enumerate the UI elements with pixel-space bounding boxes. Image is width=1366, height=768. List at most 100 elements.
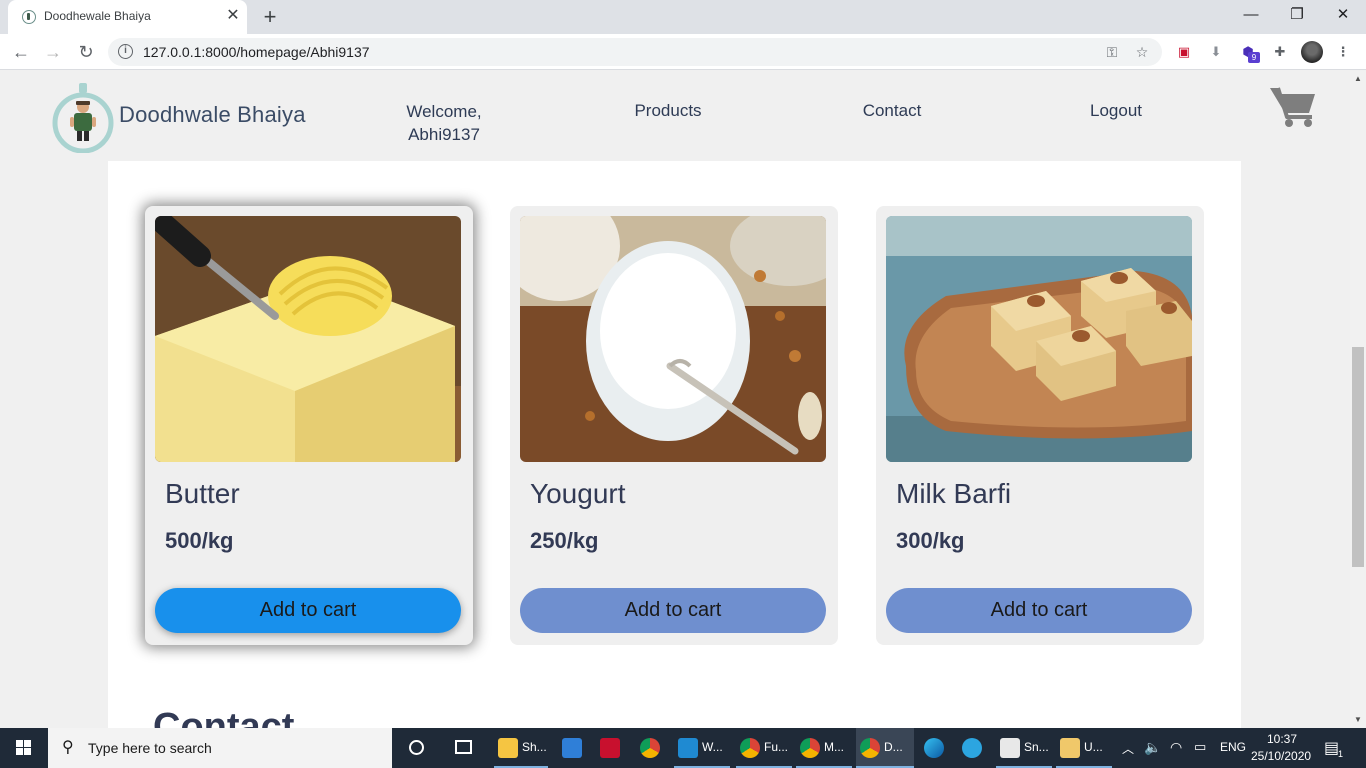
- tab-close-icon[interactable]: ✕: [223, 6, 243, 26]
- product-name: Milk Barfi: [896, 478, 1012, 509]
- file-explorer-icon: [498, 738, 518, 758]
- scroll-up-arrow-icon[interactable]: ▲: [1350, 71, 1366, 87]
- cortana-button[interactable]: [404, 728, 428, 768]
- add-to-cart-button[interactable]: Add to cart: [520, 588, 826, 633]
- chrome-menu-icon[interactable]: ⋮: [1333, 42, 1353, 62]
- chrome-profile-icon: [800, 738, 820, 758]
- taskbar-file-explorer[interactable]: Sh...: [494, 728, 548, 768]
- forward-button[interactable]: →: [39, 38, 67, 66]
- taskbar-label: Fu...: [764, 740, 789, 754]
- barfi-image: [886, 216, 1192, 462]
- shopping-cart-icon[interactable]: [1268, 84, 1318, 128]
- edge-icon: [924, 738, 944, 758]
- volume-icon[interactable]: 🔈: [1144, 739, 1161, 756]
- windows-start-button[interactable]: [0, 728, 48, 768]
- search-icon: ⚲: [62, 739, 74, 756]
- product-card-milk-barfi: Milk Barfi 300/kg Add to cart: [876, 206, 1204, 645]
- new-tab-button[interactable]: +: [258, 5, 282, 29]
- taskbar-edge[interactable]: [920, 728, 948, 768]
- vscode-icon: [678, 738, 698, 758]
- taskbar-chrome-window-2[interactable]: M...: [796, 728, 852, 768]
- task-view-icon: [455, 740, 472, 754]
- yogurt-image: [520, 216, 826, 462]
- mcafee-extension-icon[interactable]: ▣: [1174, 42, 1194, 62]
- taskbar-vscode[interactable]: W...: [674, 728, 730, 768]
- notification-center-icon[interactable]: ▤: [1324, 738, 1339, 758]
- milkman-logo-icon[interactable]: [52, 81, 115, 153]
- taskbar-label: M...: [824, 740, 844, 754]
- product-name: Yougurt: [530, 478, 626, 509]
- page-viewport: Doodhwale Bhaiya Welcome, Abhi9137 Produ…: [0, 71, 1350, 728]
- tab-title: Doodhewale Bhaiya: [44, 9, 151, 23]
- taskbar-mcafee[interactable]: [596, 728, 624, 768]
- mcafee-icon: [600, 738, 620, 758]
- wifi-icon[interactable]: ◠: [1170, 739, 1182, 756]
- site-info-icon[interactable]: i: [118, 44, 133, 59]
- site-header: Doodhwale Bhaiya Welcome, Abhi9137 Produ…: [0, 71, 1350, 161]
- browser-toolbar: ← → ↻ i 127.0.0.1:8000/homepage/Abhi9137…: [0, 34, 1366, 70]
- chrome-profile-icon: [860, 738, 880, 758]
- notification-count: 1: [1338, 749, 1344, 759]
- chrome-icon: [640, 738, 660, 758]
- clock-date[interactable]: 25/10/2020: [1251, 749, 1311, 763]
- url-text[interactable]: 127.0.0.1:8000/homepage/Abhi9137: [143, 44, 370, 60]
- close-window-button[interactable]: ✕: [1320, 0, 1366, 30]
- extensions-puzzle-icon[interactable]: ✚: [1270, 42, 1290, 62]
- battery-icon[interactable]: ▭: [1194, 739, 1206, 755]
- address-bar[interactable]: i 127.0.0.1:8000/homepage/Abhi9137 ⚿ ☆: [108, 38, 1162, 66]
- nav-link-logout[interactable]: Logout: [1080, 101, 1152, 121]
- products-section: Butter 500/kg Add to cart Yougurt 250/kg…: [108, 161, 1241, 728]
- taskbar-chrome[interactable]: [636, 728, 664, 768]
- key-icon[interactable]: ⚿: [1102, 42, 1122, 62]
- taskbar-label: Sh...: [522, 740, 547, 754]
- product-price: 300/kg: [896, 528, 965, 553]
- welcome-line: Welcome,: [406, 102, 482, 121]
- scrollbar-thumb[interactable]: [1352, 347, 1364, 567]
- telegram-icon: [962, 738, 982, 758]
- product-name: Butter: [165, 478, 240, 509]
- taskbar-snip[interactable]: Sn...: [996, 728, 1052, 768]
- butter-image: [155, 216, 461, 462]
- scroll-down-arrow-icon[interactable]: ▼: [1350, 712, 1366, 728]
- download-extension-icon[interactable]: ⬇: [1206, 42, 1226, 62]
- bookmark-star-icon[interactable]: ☆: [1132, 42, 1152, 62]
- nav-link-products[interactable]: Products: [626, 101, 710, 121]
- product-price: 500/kg: [165, 528, 234, 553]
- taskbar-paint[interactable]: U...: [1056, 728, 1112, 768]
- taskbar-label: U...: [1084, 740, 1103, 754]
- clock-time[interactable]: 10:37: [1267, 732, 1297, 746]
- taskbar-search-box[interactable]: ⚲ Type here to search: [48, 728, 392, 768]
- search-placeholder[interactable]: Type here to search: [88, 740, 212, 756]
- purple-extension-icon[interactable]: ⬢ 9: [1238, 42, 1260, 63]
- chrome-profile-icon: [740, 738, 760, 758]
- taskbar-telegram[interactable]: [958, 728, 986, 768]
- contact-section-heading: Contact: [153, 706, 295, 728]
- profile-avatar[interactable]: [1301, 41, 1323, 63]
- show-hidden-icons-chevron-icon[interactable]: ︿: [1122, 740, 1134, 757]
- browser-tab-strip: Doodhewale Bhaiya ✕ + — ❐ ✕: [0, 0, 1366, 34]
- task-view-button[interactable]: [452, 728, 476, 768]
- page-scrollbar[interactable]: ▲ ▼: [1350, 71, 1366, 728]
- cortana-icon: [409, 740, 424, 755]
- product-price: 250/kg: [530, 528, 599, 553]
- taskbar-label: Sn...: [1024, 740, 1049, 754]
- windows-logo-icon: [16, 740, 31, 755]
- minimize-window-button[interactable]: —: [1228, 0, 1274, 30]
- add-to-cart-button[interactable]: Add to cart: [886, 588, 1192, 633]
- snip-icon: [1000, 738, 1020, 758]
- back-button[interactable]: ←: [7, 38, 35, 66]
- site-logo-text[interactable]: Doodhwale Bhaiya: [119, 102, 306, 128]
- restore-window-button[interactable]: ❐: [1274, 0, 1320, 30]
- taskbar-chrome-window-active[interactable]: D...: [856, 728, 914, 768]
- taskbar-chrome-window-1[interactable]: Fu...: [736, 728, 792, 768]
- reload-button[interactable]: ↻: [72, 38, 100, 66]
- browser-tab[interactable]: Doodhewale Bhaiya ✕: [8, 0, 247, 34]
- taskbar-mail[interactable]: [558, 728, 586, 768]
- add-to-cart-button[interactable]: Add to cart: [155, 588, 461, 633]
- welcome-text: Welcome, Abhi9137: [395, 100, 493, 146]
- windows-taskbar: ⚲ Type here to search Sh... W... Fu... M…: [0, 728, 1366, 768]
- language-indicator[interactable]: ENG: [1220, 740, 1246, 754]
- username: Abhi9137: [408, 125, 480, 144]
- nav-link-contact[interactable]: Contact: [852, 101, 932, 121]
- taskbar-label: W...: [702, 740, 723, 754]
